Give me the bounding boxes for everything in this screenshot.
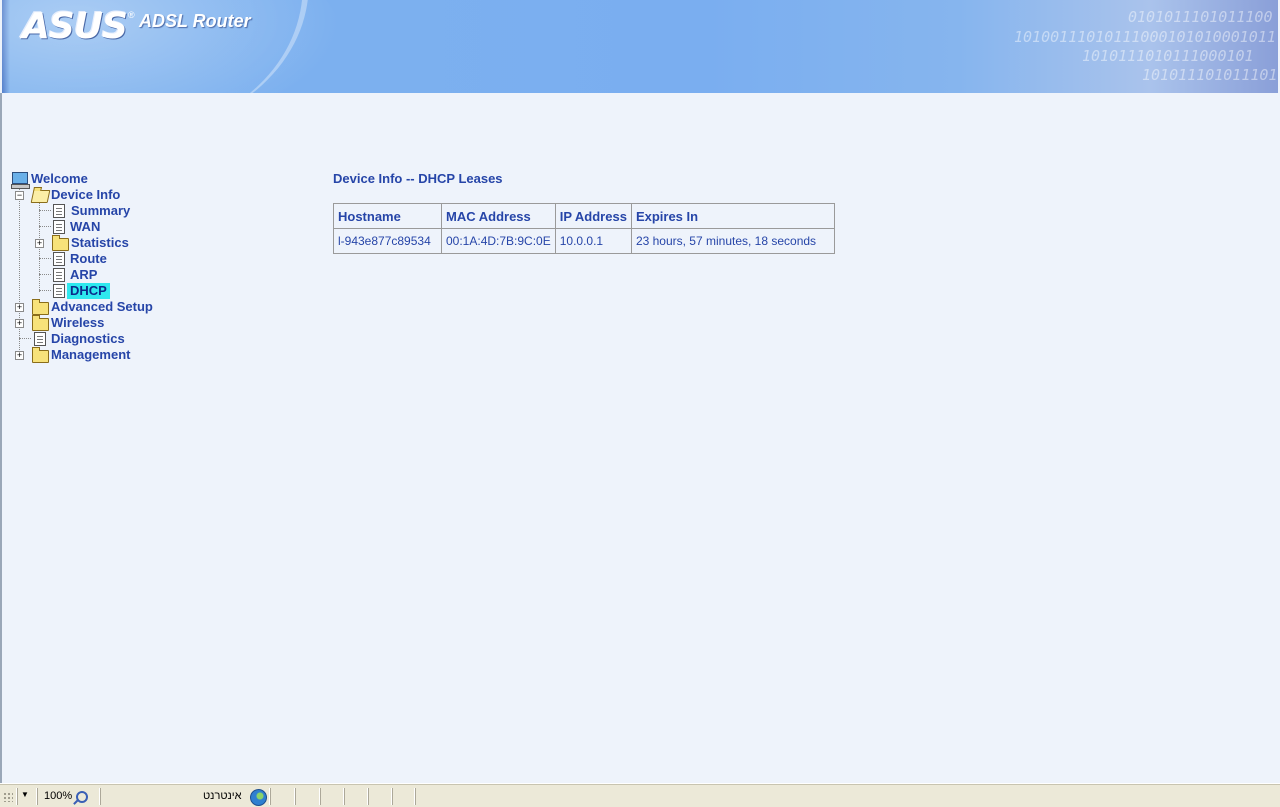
frame-divider — [0, 93, 2, 783]
menu-label: Statistics — [71, 235, 129, 250]
binary-decoration-line: 1010111010111000101 — [1082, 47, 1254, 65]
folder-icon — [32, 315, 49, 331]
menu-label: Advanced Setup — [51, 299, 153, 314]
menu-label: Wireless — [51, 315, 105, 330]
menu-label: Diagnostics — [51, 331, 125, 346]
cell-expires: 23 hours, 57 minutes, 18 seconds — [630, 228, 835, 254]
binary-decoration-line: 0101011101011100 — [1128, 8, 1273, 26]
page-icon — [53, 204, 65, 218]
column-header-expires: Expires In — [630, 203, 835, 229]
column-header-mac: MAC Address — [441, 203, 556, 229]
column-header-hostname: Hostname — [333, 203, 442, 229]
status-divider — [100, 788, 102, 805]
registered-mark: ® — [128, 10, 135, 20]
resize-grip-icon[interactable] — [3, 792, 13, 802]
menu-item-dhcp[interactable]: DHCP — [10, 283, 120, 299]
menu-item-statistics[interactable]: + Statistics — [10, 235, 150, 251]
zoom-level[interactable]: 100% — [44, 788, 72, 805]
magnifier-icon[interactable] — [76, 791, 88, 803]
expand-icon[interactable]: + — [15, 351, 24, 360]
folder-open-icon — [30, 190, 51, 203]
menu-label: Device Info — [51, 187, 121, 202]
expand-icon[interactable]: + — [35, 239, 44, 248]
menu-item-summary[interactable]: Summary — [10, 203, 150, 219]
menu-item-welcome[interactable]: Welcome — [10, 171, 110, 189]
security-zone-label: אינטרנט — [203, 790, 242, 802]
status-divider — [295, 788, 297, 805]
page-icon — [53, 220, 65, 234]
menu-item-management[interactable]: + Management — [10, 347, 160, 363]
menu-label: Summary — [71, 203, 131, 218]
dhcp-leases-table: Hostname MAC Address IP Address Expires … — [333, 203, 835, 254]
status-divider — [37, 788, 39, 805]
zoom-dropdown-arrow-icon[interactable]: ▼ — [21, 790, 29, 799]
status-divider — [392, 788, 394, 805]
status-divider — [320, 788, 322, 805]
menu-label: Welcome — [31, 171, 88, 186]
menu-label-selected: DHCP — [67, 283, 110, 299]
folder-icon — [32, 347, 49, 363]
status-divider — [368, 788, 370, 805]
menu-item-route[interactable]: Route — [10, 251, 120, 267]
menu-item-diagnostics[interactable]: Diagnostics — [10, 331, 150, 347]
folder-icon — [32, 299, 49, 315]
cell-hostname: l-943e877c89534 — [333, 228, 442, 254]
page-icon — [34, 332, 46, 346]
page-title: Device Info -- DHCP Leases — [333, 171, 503, 186]
menu-item-arp[interactable]: ARP — [10, 267, 120, 283]
page-icon — [53, 284, 65, 298]
status-divider — [270, 788, 272, 805]
column-header-ip: IP Address — [554, 203, 632, 229]
expand-icon[interactable]: + — [15, 303, 24, 312]
status-divider — [17, 788, 19, 805]
table-row: l-943e877c89534 00:1A:4D:7B:9C:0E 10.0.0… — [333, 228, 835, 254]
asus-logo: ASUS — [22, 6, 128, 47]
menu-item-wireless[interactable]: + Wireless — [10, 315, 150, 331]
menu-item-wan[interactable]: WAN — [10, 219, 120, 235]
menu-label: WAN — [70, 219, 101, 234]
menu-label: Management — [51, 347, 131, 362]
menu-item-advanced-setup[interactable]: + Advanced Setup — [10, 299, 170, 315]
globe-icon — [250, 789, 267, 806]
status-divider — [344, 788, 346, 805]
binary-decoration-line: 10100111010111000101010001011 — [1014, 28, 1276, 46]
product-name: ADSL Router — [139, 11, 251, 31]
page-icon — [53, 268, 65, 282]
menu-item-device-info[interactable]: − Device Info — [10, 187, 150, 203]
browser-viewport: ASUS ® ADSL Router 0101011101011100 1010… — [0, 0, 1280, 807]
computer-icon — [11, 172, 30, 189]
menu-label: Route — [70, 251, 107, 266]
status-divider — [415, 788, 417, 805]
header-banner: ASUS ® ADSL Router 0101011101011100 1010… — [2, 0, 1278, 93]
menu-label: ARP — [70, 267, 98, 282]
collapse-icon[interactable]: − — [15, 191, 24, 200]
browser-status-bar: ▼ 100% אינטרנט — [0, 783, 1280, 807]
page-icon — [53, 252, 65, 266]
cell-mac: 00:1A:4D:7B:9C:0E — [441, 228, 556, 254]
expand-icon[interactable]: + — [15, 319, 24, 328]
binary-decoration-line: 1010111010111011 — [1142, 66, 1278, 84]
table-header-row: Hostname MAC Address IP Address Expires … — [333, 203, 835, 229]
folder-icon — [52, 235, 69, 251]
cell-ip: 10.0.0.1 — [554, 228, 632, 254]
